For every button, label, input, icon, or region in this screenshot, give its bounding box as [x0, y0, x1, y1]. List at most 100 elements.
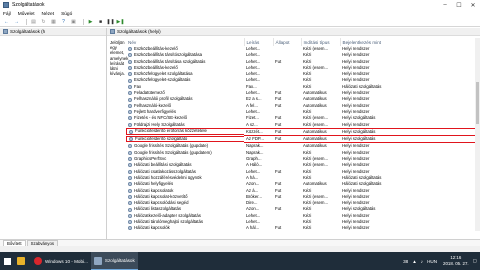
pane-header-label: Szolgáltatások (helyi)	[117, 29, 161, 34]
tree-node-label: Szolgáltatások (h	[10, 29, 46, 34]
service-gear-icon	[128, 150, 132, 155]
refresh-icon[interactable]: ↻	[40, 19, 47, 25]
menu-file[interactable]: Fájl	[3, 12, 11, 17]
cell-description: A hál...	[246, 225, 260, 231]
service-gear-icon	[128, 103, 132, 108]
cell-description: Az FDP...	[244, 135, 273, 144]
table-row[interactable]: Földrajzi Hely Szolgáltatás A sz... Fut Kéz…	[126, 122, 475, 129]
table-row[interactable]: Funkciófelderítő erőforrás közzététele Kö…	[126, 127, 475, 137]
taskbar-item-services[interactable]: Szolgáltatások	[90, 252, 138, 270]
cell-status	[273, 143, 301, 150]
service-gear-icon	[128, 213, 132, 218]
pane-header: Szolgáltatások (helyi)	[107, 28, 480, 36]
service-gear-icon	[128, 84, 132, 89]
column-header-status[interactable]: Állapot	[273, 38, 302, 46]
menu-action[interactable]: Művelet	[18, 12, 35, 17]
menu-bar: Fájl Művelet Nézet Súgó	[0, 10, 480, 18]
start-button[interactable]	[0, 252, 14, 270]
service-gear-icon	[128, 66, 132, 71]
service-gear-icon	[128, 47, 132, 52]
notifications-icon[interactable]: ▢	[473, 258, 477, 264]
cell-description: Közzét...	[244, 127, 273, 137]
minimize-button[interactable]: –	[438, 0, 452, 10]
taskbar-item-label: Windows 10 - Mobi...	[45, 258, 88, 264]
service-gear-icon	[128, 97, 132, 102]
service-gear-icon	[128, 194, 132, 199]
cell-startup-type: Automatikus	[301, 135, 340, 144]
show-hide-tree-icon[interactable]: ▤	[30, 19, 37, 25]
service-gear-icon	[128, 207, 132, 212]
services-pane: Szolgáltatások (helyi) Jelöljön ki egy e…	[107, 28, 480, 239]
cell-status: Fut	[275, 225, 282, 231]
toolbar: ← → ▤ ↻ ▦ ? ▣ ▶ ■ ❚❚ ▶❚	[0, 18, 480, 27]
start-service-icon[interactable]: ▶	[87, 19, 94, 25]
taskbar-item-explorer[interactable]	[14, 252, 31, 270]
menu-view[interactable]: Nézet	[42, 12, 55, 17]
taskbar-item-label: Szolgáltatások	[104, 258, 135, 263]
service-gear-icon	[128, 78, 132, 83]
service-name-text: Funkciófelderítő erőforrás közzététele	[135, 128, 207, 134]
cell-log-on-as: Helyi szolgáltatás	[340, 135, 475, 144]
vertical-scrollbar[interactable]	[475, 38, 480, 231]
service-gear-icon	[128, 110, 132, 115]
forward-arrow-icon[interactable]: →	[13, 19, 20, 25]
column-header-name[interactable]: Név	[126, 38, 245, 46]
service-gear-icon	[128, 176, 132, 181]
toolbar-separator	[83, 19, 84, 25]
cell-description: Naprak...	[246, 143, 264, 149]
table-header-row: Név Leírás Állapot Indítási típus Bejele…	[126, 38, 475, 46]
services-gear-icon	[93, 256, 102, 265]
column-header-log-on-as[interactable]: Bejelentkezés mint	[340, 38, 475, 46]
service-gear-icon	[128, 157, 132, 162]
scrollbar-thumb[interactable]	[476, 82, 479, 124]
tray-clock[interactable]: 12:16 2018. 05. 27.	[443, 255, 469, 267]
menu-help[interactable]: Súgó	[61, 12, 72, 17]
service-name-text: Eszközfelügyelet-szolgáltatás	[134, 77, 191, 83]
services-app-icon	[3, 2, 9, 8]
tray-language[interactable]: HUN	[427, 259, 437, 264]
export-list-icon[interactable]: ▦	[50, 19, 57, 25]
tray-weather[interactable]: 38	[403, 259, 408, 264]
window-title: Szolgáltatások	[12, 2, 45, 8]
service-name-text: Google frissítés Szolgáltatás (gupdate)	[134, 142, 209, 148]
cell-name: Funkciófelderítő szolgáltató	[126, 135, 244, 142]
services-table-container: Név Leírás Állapot Indítási típus Bejele…	[126, 38, 475, 231]
tray-volume-icon[interactable]: ♪	[421, 259, 423, 264]
service-name-text: Hálózati kapcsolók	[134, 225, 170, 231]
windows-logo-icon	[3, 257, 11, 265]
services-table: Név Leírás Állapot Indítási típus Bejele…	[126, 38, 475, 231]
tray-network-icon[interactable]: ▲	[412, 259, 417, 264]
restart-service-icon[interactable]: ▶❚	[116, 19, 124, 25]
service-name-text: Földrajzi Hely Szolgáltatás	[134, 121, 185, 127]
table-row[interactable]: Google frissítés Szolgáltatás (gupdate) N…	[126, 143, 475, 150]
service-gear-icon	[128, 53, 132, 58]
cell-log-on-as: Helyi rendszer	[342, 121, 370, 127]
column-header-description[interactable]: Leírás	[244, 38, 274, 46]
table-row[interactable]: Hálózati kapcsolók A hál... Fut Kézi Helyi r…	[126, 225, 475, 231]
service-gear-icon	[129, 129, 133, 134]
help-icon[interactable]: ?	[60, 19, 67, 25]
opera-browser-icon	[34, 257, 42, 265]
properties-icon[interactable]: ▣	[70, 19, 77, 25]
system-tray: 38 ▲ ♪ HUN 12:16 2018. 05. 27. ▢	[399, 252, 477, 270]
toolbar-separator	[26, 19, 27, 25]
maximize-button[interactable]: ☐	[452, 0, 466, 10]
cell-startup-type: Automatikus	[301, 127, 340, 137]
close-button[interactable]: ✕	[466, 0, 480, 10]
pause-service-icon[interactable]: ❚❚	[106, 19, 114, 25]
service-gear-icon	[128, 220, 132, 225]
table-row[interactable]: Funkciófelderítő szolgáltató Az FDP... Fut…	[126, 135, 475, 144]
back-arrow-icon[interactable]: ←	[3, 19, 10, 25]
service-gear-icon	[128, 169, 132, 174]
stop-service-icon[interactable]: ■	[97, 19, 104, 25]
title-bar: Szolgáltatások – ☐ ✕	[0, 0, 480, 10]
cell-status: Fut	[273, 127, 301, 137]
service-gear-icon	[129, 136, 133, 141]
service-gear-icon	[128, 201, 132, 206]
tree-node-services-local[interactable]: Szolgáltatások (h	[0, 28, 106, 36]
service-gear-icon	[128, 72, 132, 77]
taskbar-item-browser[interactable]: Windows 10 - Mobi...	[31, 252, 91, 270]
tree-pane: Szolgáltatások (h	[0, 28, 107, 239]
cell-log-on-as: Helyi rendszer	[342, 225, 370, 231]
column-header-startup-type[interactable]: Indítási típus	[301, 38, 341, 46]
